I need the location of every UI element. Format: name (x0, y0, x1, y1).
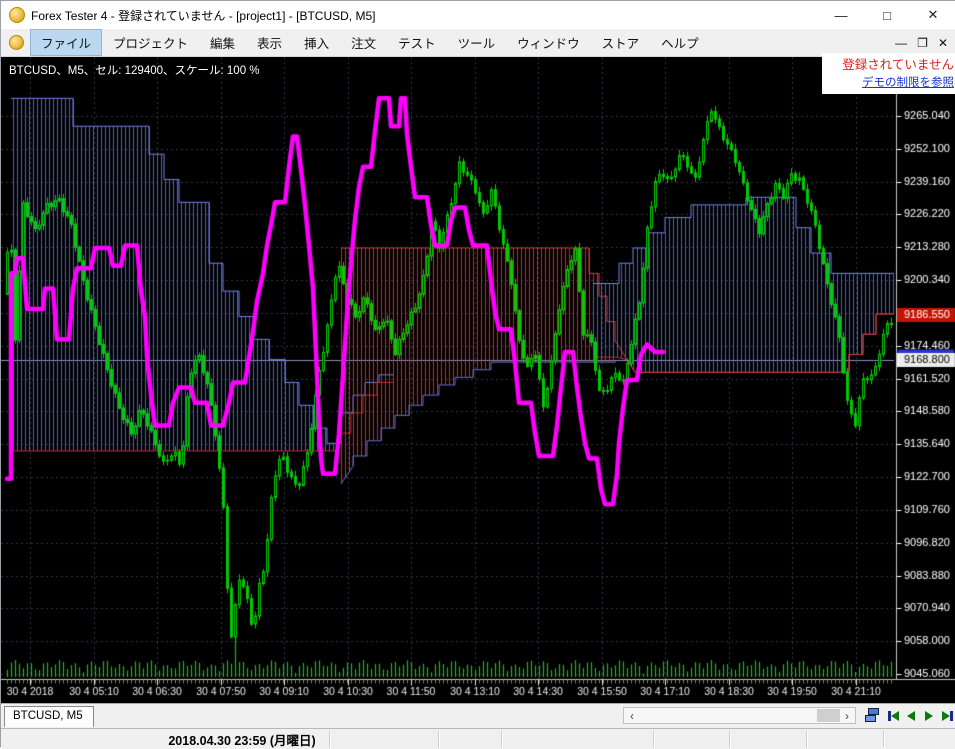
go-to-end-button[interactable] (939, 707, 955, 725)
tab-btcusd-m5[interactable]: BTCUSD, M5 (4, 706, 94, 727)
current-datetime-label: 2018.04.30 23:59 (月曜日) (168, 734, 316, 748)
menu-ウィンドウ[interactable]: ウィンドウ (506, 29, 591, 56)
mdi-window-controls: — ❐ ✕ (895, 36, 955, 50)
scroll-left-arrow[interactable]: ‹ (624, 708, 640, 723)
status-divider (501, 731, 503, 747)
registration-notice: 登録されていません デモの制限を参照 (822, 53, 955, 94)
menu-編集[interactable]: 編集 (199, 29, 246, 56)
step-forward-button[interactable] (921, 707, 937, 725)
tile-window-glyph (868, 708, 879, 715)
title-bar: Forex Tester 4 - 登録されていません - [project1] … (1, 1, 955, 29)
status-divider (329, 731, 331, 747)
menu-挿入[interactable]: 挿入 (293, 29, 340, 56)
step-back-button[interactable] (903, 707, 919, 725)
menubar-app-icon (9, 35, 24, 50)
menu-ヘルプ[interactable]: ヘルプ (650, 29, 710, 56)
chart-tab-bar: BTCUSD, M5 ‹ › (1, 703, 955, 728)
status-divider (883, 731, 885, 747)
menu-ファイル[interactable]: ファイル (30, 29, 103, 56)
chart-window: BTCUSD、M5、セル: 129400、スケール: 100 % 登録されていま… (1, 53, 955, 703)
minimize-button[interactable]: — (818, 1, 864, 29)
scroll-right-arrow[interactable]: › (839, 708, 855, 723)
go-to-start-button[interactable] (885, 707, 901, 725)
mdi-minimize-button[interactable]: — (895, 36, 907, 50)
status-divider (653, 731, 655, 747)
window-title: Forex Tester 4 - 登録されていません - [project1] … (31, 8, 376, 23)
mdi-close-button[interactable]: ✕ (938, 36, 948, 50)
horizontal-scrollbar[interactable]: ‹ › (623, 707, 856, 724)
menu-表示[interactable]: 表示 (246, 29, 293, 56)
menu-注文[interactable]: 注文 (340, 29, 387, 56)
tile-window-glyph (865, 715, 876, 722)
menu-プロジェクト[interactable]: プロジェクト (102, 29, 199, 56)
demo-limits-link[interactable]: デモの制限を参照 (828, 75, 954, 92)
status-bar: 2018.04.30 23:59 (月曜日) (1, 728, 955, 748)
tile-windows-icon[interactable] (864, 707, 882, 725)
menu-ストア[interactable]: ストア (591, 29, 651, 56)
app-logo-icon (9, 7, 25, 23)
mdi-restore-button[interactable]: ❐ (917, 36, 928, 50)
chart-nav-buttons (885, 707, 955, 725)
menu-テスト[interactable]: テスト (387, 29, 447, 56)
price-chart-canvas[interactable] (1, 57, 955, 703)
close-button[interactable]: ✕ (910, 1, 955, 29)
status-divider (438, 731, 440, 747)
not-registered-label: 登録されていません (842, 58, 954, 72)
maximize-button[interactable]: □ (864, 1, 910, 29)
menu-items: ファイル プロジェクト 編集 表示 挿入 注文 テスト ツール ウィンドウ ストア ヘルプ (30, 29, 710, 56)
scrollbar-thumb[interactable] (817, 709, 840, 722)
chart-info-label: BTCUSD、M5、セル: 129400、スケール: 100 % (9, 65, 260, 77)
status-divider (729, 731, 731, 747)
status-divider (806, 731, 808, 747)
window-controls: — □ ✕ (818, 1, 955, 29)
menu-ツール[interactable]: ツール (447, 29, 507, 56)
menu-bar: ファイル プロジェクト 編集 表示 挿入 注文 テスト ツール ウィンドウ ストア ヘルプ — ❐ … (1, 29, 955, 57)
